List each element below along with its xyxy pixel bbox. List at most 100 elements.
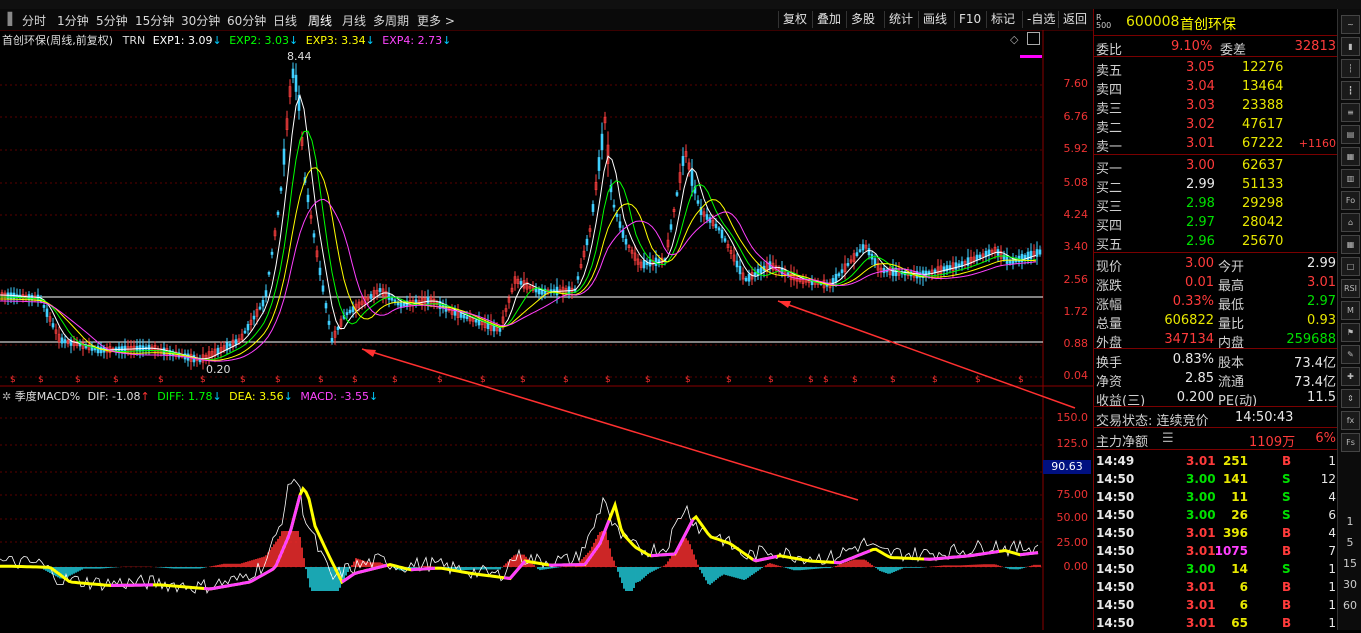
gear-icon[interactable]: ✲ <box>2 390 11 403</box>
cross-icon[interactable]: ✚ <box>1341 367 1360 386</box>
kline-body <box>1038 249 1042 255</box>
divider <box>1094 427 1338 428</box>
macd-dif: DIF: -1.08 <box>87 390 141 403</box>
stock-name: 首创环保 <box>1180 17 1236 33</box>
legend-title: 首创环保(周线,前复权) <box>2 34 114 47</box>
period-tab-7[interactable]: 周线 <box>308 12 332 29</box>
toolbar-button-2[interactable]: 多股 <box>846 11 879 28</box>
panel-toggle-icon[interactable] <box>1027 32 1040 45</box>
ask-price: 3.05 <box>1186 60 1215 75</box>
period-tab-3[interactable]: 15分钟 <box>135 12 174 29</box>
period-tab-2[interactable]: 5分钟 <box>96 12 128 29</box>
fund-row: 收益(三) 0.200 PE(动) 11.5 <box>1094 388 1338 409</box>
toolbar-button-1[interactable]: 叠加 <box>812 11 845 28</box>
period-tab-0[interactable]: 分时 <box>22 12 46 29</box>
candle-icon[interactable]: ┆ <box>1341 59 1360 78</box>
period-shortcut-30[interactable]: 30 <box>1338 578 1361 591</box>
tick-count: 1 <box>1328 616 1336 630</box>
kline-body <box>390 297 394 301</box>
kline-icon[interactable]: ▦ <box>1341 235 1360 254</box>
tick-volume: 65 <box>1231 616 1248 630</box>
legend-exp1: EXP1: 3.09 <box>152 34 213 47</box>
period-shortcut-1[interactable]: 1 <box>1338 515 1361 528</box>
book-icon[interactable]: ▤ <box>1341 125 1360 144</box>
toolbar-button-7[interactable]: -自选 <box>1022 11 1059 28</box>
tick-count: 6 <box>1328 508 1336 522</box>
period-tab-5[interactable]: 60分钟 <box>227 12 266 29</box>
signal-marker: $ <box>75 375 81 385</box>
stock-header: R 500 600008 首创环保 <box>1094 11 1338 34</box>
panel-icon[interactable]: ▐ <box>3 12 12 26</box>
bid-volume: 62637 <box>1242 158 1284 173</box>
kline-body <box>63 339 67 344</box>
chart-icon[interactable]: ⌂ <box>1341 213 1360 232</box>
stat-row: 涨跌 0.01 最高 3.01 <box>1094 273 1338 294</box>
tools-icon[interactable]: ✎ <box>1341 345 1360 364</box>
period-shortcut-15[interactable]: 15 <box>1338 557 1361 570</box>
period-shortcut-60[interactable]: 60 <box>1338 599 1361 612</box>
candle-icon[interactable]: ┇ <box>1341 81 1360 100</box>
period-tab-4[interactable]: 30分钟 <box>181 12 220 29</box>
kline-body <box>696 200 700 204</box>
period-tab-9[interactable]: 多周期 <box>373 12 409 29</box>
kline-body <box>591 204 595 212</box>
period-tab-8[interactable]: 月线 <box>342 12 366 29</box>
tick-row: 14:50 3.01 6 B 1 <box>1094 578 1338 597</box>
signal-marker: $ <box>275 375 281 385</box>
toolbar-button-4[interactable]: 画线 <box>918 11 951 28</box>
rsi-icon[interactable]: RSI <box>1341 279 1360 298</box>
period-tab-10[interactable]: 更多 > <box>417 12 455 29</box>
ask-price: 3.01 <box>1186 136 1215 151</box>
tick-side: S <box>1282 490 1291 504</box>
kline-body <box>291 68 295 78</box>
fund-icon[interactable]: Fo <box>1341 191 1360 210</box>
toolbar-button-0[interactable]: 复权 <box>778 11 811 28</box>
toolbar-button-5[interactable]: F10 <box>954 11 985 28</box>
tick-row: 14:50 3.00 141 S 12 <box>1094 470 1338 489</box>
fs-icon[interactable]: Fs <box>1341 433 1360 452</box>
kline-body <box>465 316 469 319</box>
kline-body <box>600 133 604 151</box>
tick-side: B <box>1282 526 1292 540</box>
tick-volume: 11 <box>1231 490 1248 504</box>
line-chart-icon[interactable]: ~ <box>1341 15 1360 34</box>
tick-side: B <box>1282 580 1292 594</box>
document-icon[interactable]: ▥ <box>1341 169 1360 188</box>
legend-exp3: EXP3: 3.34 <box>305 34 366 47</box>
function-icon[interactable]: fx <box>1341 411 1360 430</box>
kline-svg[interactable]: $ $ $ $ $ $ $ $ $ $ $ $ $ $ $ $ $ $ $ $ $ $ $ $ $ $ $ <box>0 30 1093 630</box>
up-down-icon[interactable]: ⇕ <box>1341 389 1360 408</box>
kline-body <box>399 302 403 308</box>
kline-body <box>867 248 871 256</box>
signal-marker: $ <box>240 375 246 385</box>
period-tab-6[interactable]: 日线 <box>273 12 297 29</box>
window-icon[interactable]: □ <box>1341 257 1360 276</box>
tick-time: 14:50 <box>1096 526 1135 540</box>
kline-body <box>576 276 580 280</box>
list-icon[interactable]: ≡ <box>1341 103 1360 122</box>
toolbar-button-6[interactable]: 标记 <box>986 11 1019 28</box>
bar-chart-icon[interactable]: ▮ <box>1341 37 1360 56</box>
kline-body <box>243 330 247 334</box>
period-shortcut-5[interactable]: 5 <box>1338 536 1361 549</box>
period-tab-1[interactable]: 1分钟 <box>57 12 89 29</box>
diamond-icon[interactable]: ◇ <box>1010 33 1018 46</box>
kline-body <box>873 258 877 266</box>
signal-marker: $ <box>318 375 324 385</box>
tick-count: 1 <box>1328 454 1336 468</box>
bid-row: 买五 2.96 25670 <box>1094 232 1338 253</box>
grid-icon[interactable]: ▦ <box>1341 147 1360 166</box>
toolbar-button-8[interactable]: 返回 <box>1058 11 1091 28</box>
pointer-icon[interactable]: ⚑ <box>1341 323 1360 342</box>
quote-panel: R 500 600008 首创环保 委比 9.10% 委差 32813 卖五 3.0… <box>1093 9 1338 630</box>
kline-body <box>1035 249 1039 257</box>
main-net-row[interactable]: 主力净额 ☰ 1109万 6% <box>1094 429 1338 450</box>
bid-row: 买一 3.00 62637 <box>1094 156 1338 177</box>
toolbar-button-3[interactable]: 统计 <box>884 11 917 28</box>
kline-chart-area[interactable]: $ $ $ $ $ $ $ $ $ $ $ $ $ $ $ $ $ $ $ $ $ $ $ $ $ $ $ 首创环保(周线,前复权)… <box>0 30 1093 630</box>
ma-icon[interactable]: M <box>1341 301 1360 320</box>
list-icon[interactable]: ☰ <box>1162 431 1174 446</box>
stat-value: 2.99 <box>1307 256 1336 271</box>
kline-body <box>924 270 928 277</box>
down-arrow-icon: ↓ <box>289 34 299 47</box>
